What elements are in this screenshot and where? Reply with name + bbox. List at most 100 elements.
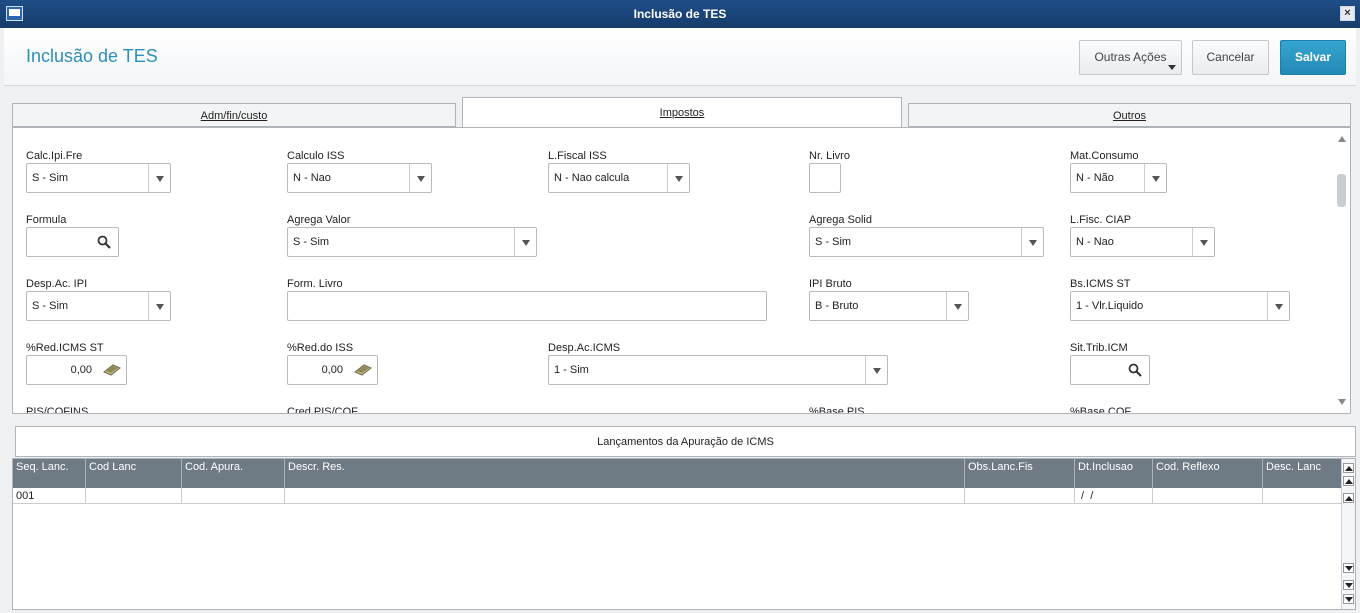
desp-ac-icms-select[interactable]: 1 - Sim [548,355,888,385]
scroll-page-up-icon[interactable] [1343,476,1354,486]
calc-ipi-fre-select[interactable]: S - Sim [26,163,171,193]
window-title: Inclusão de TES [633,7,727,21]
chevron-down-icon[interactable] [865,356,887,384]
select-value: 1 - Vlr.Liquido [1076,300,1144,312]
field-label: Bs.ICMS ST [1070,278,1131,290]
scroll-down-icon[interactable] [1338,399,1346,405]
tab-outros[interactable]: Outros [908,103,1351,127]
scroll-up-icon[interactable] [1343,493,1354,503]
bs-icms-st-select[interactable]: 1 - Vlr.Liquido [1070,291,1290,321]
agrega-valor-select[interactable]: S - Sim [287,227,537,257]
red-icms-st-input[interactable]: 0,00 [26,355,127,385]
panel-scrollbar[interactable] [1334,128,1350,413]
field-label: Desp.Ac. IPI [26,278,88,290]
table-cell[interactable] [86,488,182,504]
sit-trib-icm-input[interactable] [1070,355,1150,385]
chevron-down-icon[interactable] [409,164,431,192]
column-header[interactable]: Cod Lanc [86,459,182,488]
column-header[interactable]: Cod. Apura. [182,459,285,488]
select-value: S - Sim [815,236,852,248]
calculo-iss-select[interactable]: N - Nao [287,163,432,193]
tab-label: Adm/fin/custo [200,110,268,122]
scroll-bottom-icon[interactable] [1343,594,1354,604]
chevron-down-icon[interactable] [1021,228,1043,256]
field-label: Cred.PIS/COF [287,406,358,414]
field-label: Agrega Solid [809,214,872,226]
field-label: %Base COF [1070,406,1132,414]
l-fiscal-iss-select[interactable]: N - Nao calcula [548,163,690,193]
input-value: 0,00 [321,364,343,376]
nr-livro-input[interactable] [809,163,841,193]
select-value: N - Nao [293,172,331,184]
chevron-down-icon[interactable] [667,164,689,192]
more-actions-button[interactable]: Outras Ações [1079,40,1182,75]
scroll-top-icon[interactable] [1343,463,1354,473]
chevron-down-icon[interactable] [1144,164,1166,192]
more-actions-label: Outras Ações [1094,50,1167,64]
table-cell[interactable] [182,488,285,504]
input-value: 0,00 [70,364,92,376]
field-label: %Base PIS [809,406,865,414]
form-livro-input[interactable] [287,291,767,321]
chevron-down-icon[interactable] [148,292,170,320]
field-label: Nr. Livro [809,150,850,162]
field-label: Desp.Ac.ICMS [548,342,621,354]
grid-title: Lançamentos da Apuração de ICMS [15,426,1356,457]
field-label: Formula [26,214,67,226]
chevron-down-icon[interactable] [946,292,968,320]
column-header[interactable]: Desc. Lanc [1263,459,1343,488]
chevron-down-icon[interactable] [1192,228,1214,256]
chevron-down-icon [1168,65,1176,70]
table-cell[interactable]: 001 [13,488,86,504]
table-cell[interactable] [965,488,1075,504]
table-cell[interactable] [285,488,965,504]
tab-adm-fin-custo[interactable]: Adm/fin/custo [12,103,456,127]
grid-scrollbar[interactable] [1341,459,1355,609]
table-row[interactable]: 001 / / [13,488,1343,504]
field-label: Sit.Trib.ICM [1070,342,1128,354]
field-label: Calc.Ipi.Fre [26,150,83,162]
chevron-down-icon[interactable] [148,164,170,192]
table-cell[interactable] [1263,488,1343,504]
field-label: PIS/COFINS [26,406,89,414]
table-cell[interactable] [1153,488,1263,504]
tab-label: Outros [1112,110,1146,122]
scroll-thumb[interactable] [1337,174,1346,207]
cancel-button[interactable]: Cancelar [1192,40,1269,75]
search-icon[interactable] [1128,363,1142,377]
column-header[interactable]: Descr. Res. [285,459,965,488]
column-header[interactable]: Cod. Reflexo [1153,459,1263,488]
window-titlebar: Inclusão de TES × [0,0,1360,28]
field-label: L.Fisc. CIAP [1070,214,1132,226]
field-label: Form. Livro [287,278,343,290]
search-icon[interactable] [97,235,111,249]
field-label: Calculo ISS [287,150,345,162]
chevron-down-icon[interactable] [1267,292,1289,320]
agrega-solid-select[interactable]: S - Sim [809,227,1044,257]
close-icon[interactable]: × [1340,6,1355,21]
ipi-bruto-select[interactable]: B - Bruto [809,291,969,321]
column-header[interactable]: Seq. Lanc. [13,459,86,488]
calculator-icon[interactable] [103,363,121,376]
column-header[interactable]: Obs.Lanc.Fis [965,459,1075,488]
mat-consumo-select[interactable]: N - Não [1070,163,1167,193]
save-button[interactable]: Salvar [1280,40,1346,75]
chevron-down-icon[interactable] [514,228,536,256]
calculator-icon[interactable] [354,363,372,376]
select-value: S - Sim [32,300,69,312]
formula-input[interactable] [26,227,119,257]
l-fisc-ciap-select[interactable]: N - Nao [1070,227,1215,257]
select-value: 1 - Sim [554,364,589,376]
table-cell[interactable]: / / [1075,488,1153,504]
column-header[interactable]: Dt.Inclusao [1075,459,1153,488]
red-do-iss-input[interactable]: 0,00 [287,355,378,385]
scroll-page-down-icon[interactable] [1343,580,1354,590]
select-value: S - Sim [32,172,69,184]
desp-ac-ipi-select[interactable]: S - Sim [26,291,171,321]
scroll-up-icon[interactable] [1338,136,1346,142]
tab-impostos[interactable]: Impostos [462,97,902,128]
field-label: %Red.do ISS [287,342,354,354]
scroll-down-icon[interactable] [1343,563,1354,573]
field-label: L.Fiscal ISS [548,150,607,162]
impostos-panel: Calc.Ipi.Fre S - Sim Calculo ISS N - Nao… [12,127,1351,414]
